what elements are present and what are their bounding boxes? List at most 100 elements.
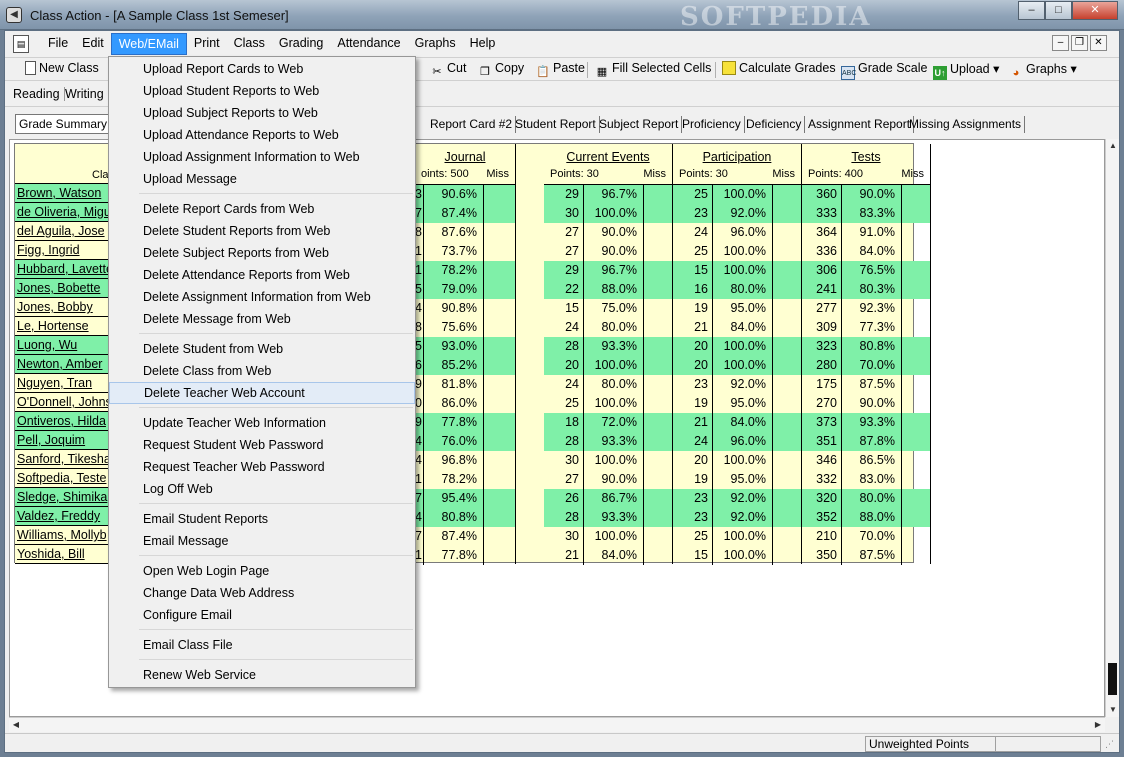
- points-cell[interactable]: 332: [802, 470, 842, 489]
- menu-item-email-class-file[interactable]: Email Class File: [109, 634, 415, 656]
- miss-cell[interactable]: [773, 204, 802, 223]
- graphs-button[interactable]: ◕ Graphs ▾: [1009, 61, 1077, 80]
- student-name-row[interactable]: Brown, Watson: [15, 184, 117, 203]
- points-cell[interactable]: 9: [415, 413, 424, 432]
- points-cell[interactable]: 16: [673, 280, 713, 299]
- percent-cell[interactable]: 95.4%: [424, 489, 484, 508]
- points-cell[interactable]: 4: [415, 432, 424, 451]
- percent-cell[interactable]: 87.6%: [424, 223, 484, 242]
- miss-cell[interactable]: [644, 546, 673, 565]
- miss-cell[interactable]: [773, 527, 802, 546]
- menu-item-delete-teacher-web-account[interactable]: Delete Teacher Web Account: [109, 382, 415, 404]
- percent-cell[interactable]: 85.2%: [424, 356, 484, 375]
- percent-cell[interactable]: 96.7%: [584, 185, 644, 204]
- category-title[interactable]: Participation: [673, 150, 801, 164]
- miss-cell[interactable]: [484, 375, 516, 394]
- percent-cell[interactable]: 77.8%: [424, 413, 484, 432]
- points-cell[interactable]: 21: [544, 546, 584, 565]
- percent-cell[interactable]: 95.0%: [713, 394, 773, 413]
- miss-cell[interactable]: [902, 546, 931, 565]
- points-cell[interactable]: 280: [802, 356, 842, 375]
- menu-item-delete-assignment-information-from-web[interactable]: Delete Assignment Information from Web: [109, 286, 415, 308]
- percent-cell[interactable]: 70.0%: [842, 527, 902, 546]
- percent-cell[interactable]: 92.0%: [713, 204, 773, 223]
- percent-cell[interactable]: 77.8%: [424, 546, 484, 565]
- category-title[interactable]: Journal: [415, 150, 515, 164]
- miss-cell[interactable]: [644, 318, 673, 337]
- points-cell[interactable]: 1: [415, 242, 424, 261]
- miss-cell[interactable]: [484, 432, 516, 451]
- points-cell[interactable]: 350: [802, 546, 842, 565]
- percent-cell[interactable]: 87.4%: [424, 527, 484, 546]
- menu-item-delete-message-from-web[interactable]: Delete Message from Web: [109, 308, 415, 330]
- percent-cell[interactable]: 93.3%: [584, 508, 644, 527]
- student-name-row[interactable]: Sanford, Tikesha: [15, 450, 117, 469]
- points-cell[interactable]: 25: [673, 242, 713, 261]
- points-cell[interactable]: 23: [673, 375, 713, 394]
- scroll-up-icon[interactable]: ▲: [1107, 139, 1119, 153]
- points-cell[interactable]: 23: [673, 204, 713, 223]
- points-cell[interactable]: 277: [802, 299, 842, 318]
- percent-cell[interactable]: 73.7%: [424, 242, 484, 261]
- menu-item-email-student-reports[interactable]: Email Student Reports: [109, 508, 415, 530]
- tab-student-report[interactable]: Student Report: [512, 116, 600, 133]
- student-name-row[interactable]: Newton, Amber: [15, 355, 117, 374]
- menu-item-delete-student-from-web[interactable]: Delete Student from Web: [109, 338, 415, 360]
- percent-cell[interactable]: 84.0%: [713, 413, 773, 432]
- miss-cell[interactable]: [773, 337, 802, 356]
- percent-cell[interactable]: 96.7%: [584, 261, 644, 280]
- mdi-restore-button[interactable]: ❐: [1071, 35, 1088, 51]
- miss-cell[interactable]: [644, 356, 673, 375]
- points-cell[interactable]: 333: [802, 204, 842, 223]
- subject-writing[interactable]: Writing: [65, 87, 109, 101]
- percent-cell[interactable]: 83.0%: [842, 470, 902, 489]
- points-cell[interactable]: 18: [544, 413, 584, 432]
- miss-cell[interactable]: [773, 242, 802, 261]
- points-cell[interactable]: 241: [802, 280, 842, 299]
- student-name-row[interactable]: Yoshida, Bill: [15, 545, 117, 564]
- points-cell[interactable]: 29: [544, 261, 584, 280]
- miss-cell[interactable]: [644, 280, 673, 299]
- percent-cell[interactable]: 100.0%: [713, 261, 773, 280]
- points-cell[interactable]: 21: [673, 413, 713, 432]
- points-cell[interactable]: 4: [415, 508, 424, 527]
- miss-cell[interactable]: [773, 546, 802, 565]
- percent-cell[interactable]: 87.5%: [842, 546, 902, 565]
- miss-cell[interactable]: [902, 451, 931, 470]
- percent-cell[interactable]: 83.3%: [842, 204, 902, 223]
- miss-cell[interactable]: [902, 432, 931, 451]
- points-cell[interactable]: 19: [673, 394, 713, 413]
- points-cell[interactable]: 15: [544, 299, 584, 318]
- miss-cell[interactable]: [484, 185, 516, 204]
- new-class-button[interactable]: New Class: [25, 61, 99, 75]
- miss-cell[interactable]: [644, 489, 673, 508]
- menu-grading[interactable]: Grading: [272, 33, 330, 55]
- points-cell[interactable]: 7: [415, 527, 424, 546]
- miss-cell[interactable]: [773, 413, 802, 432]
- points-cell[interactable]: 323: [802, 337, 842, 356]
- points-cell[interactable]: 352: [802, 508, 842, 527]
- menu-attendance[interactable]: Attendance: [330, 33, 407, 55]
- points-cell[interactable]: 30: [544, 451, 584, 470]
- percent-cell[interactable]: 100.0%: [713, 451, 773, 470]
- percent-cell[interactable]: 90.0%: [842, 185, 902, 204]
- miss-cell[interactable]: [902, 413, 931, 432]
- points-cell[interactable]: 24: [673, 432, 713, 451]
- points-cell[interactable]: 26: [544, 489, 584, 508]
- percent-cell[interactable]: 95.0%: [713, 299, 773, 318]
- menu-item-request-student-web-password[interactable]: Request Student Web Password: [109, 434, 415, 456]
- percent-cell[interactable]: 84.0%: [842, 242, 902, 261]
- points-cell[interactable]: 20: [544, 356, 584, 375]
- category-title[interactable]: Tests: [802, 150, 930, 164]
- miss-cell[interactable]: [484, 413, 516, 432]
- student-name-row[interactable]: Pell, Joquim: [15, 431, 117, 450]
- percent-cell[interactable]: 95.0%: [713, 470, 773, 489]
- points-cell[interactable]: 5: [415, 337, 424, 356]
- points-cell[interactable]: 364: [802, 223, 842, 242]
- cut-button[interactable]: ✂ Cut: [430, 61, 466, 79]
- percent-cell[interactable]: 90.6%: [424, 185, 484, 204]
- tab-missing-assignments[interactable]: Missing Assignments: [906, 116, 1026, 133]
- percent-cell[interactable]: 75.6%: [424, 318, 484, 337]
- points-cell[interactable]: 270: [802, 394, 842, 413]
- miss-cell[interactable]: [773, 223, 802, 242]
